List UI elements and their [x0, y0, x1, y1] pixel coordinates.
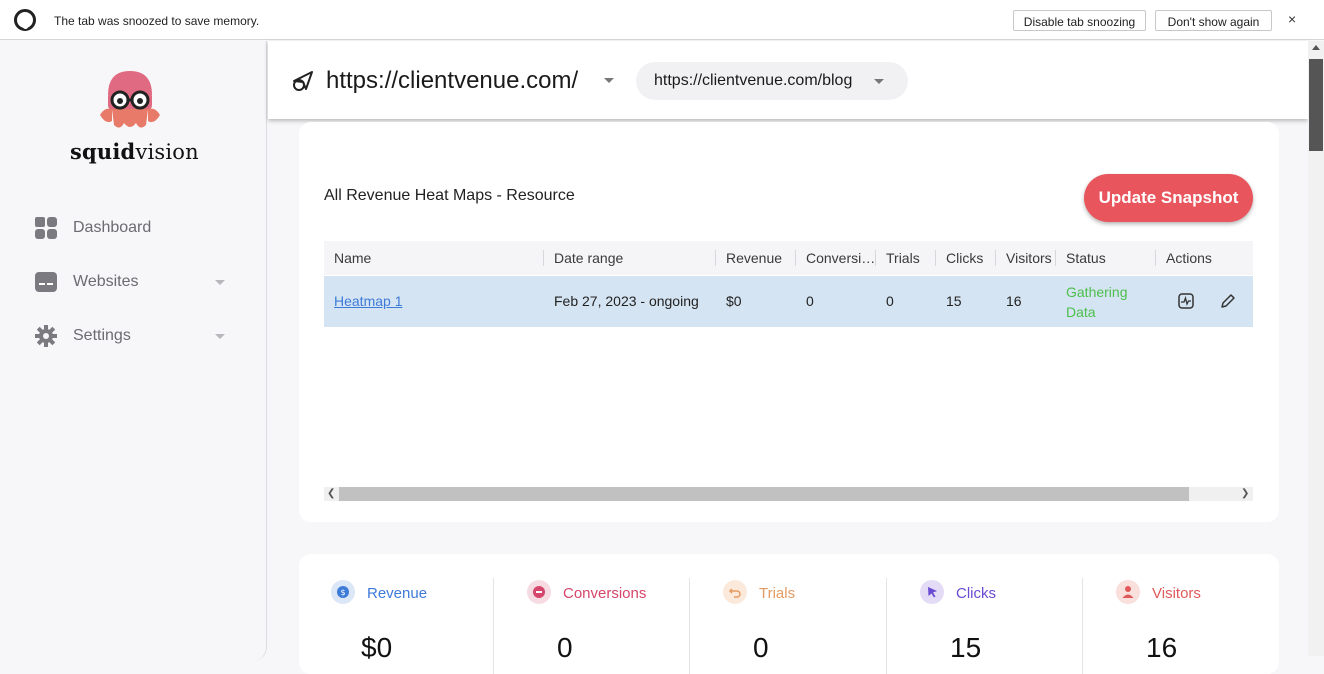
- heatmaps-card: All Revenue Heat Maps - Resource Update …: [299, 122, 1279, 522]
- brand-name: squidvision: [70, 139, 199, 164]
- send-arrow-icon: [293, 71, 313, 91]
- date-range-cell: Feb 27, 2023 - ongoing: [554, 293, 699, 309]
- sidebar-item-label: Dashboard: [73, 219, 152, 236]
- heatmap-name-link[interactable]: Heatmap 1: [334, 293, 402, 309]
- scroll-left-icon[interactable]: ❮: [327, 488, 335, 499]
- stat-clicks: Clicks 15: [888, 554, 1084, 664]
- disable-tab-snoozing-button[interactable]: Disable tab snoozing: [1013, 10, 1146, 31]
- undo-icon: [723, 580, 747, 604]
- scrollbar-thumb[interactable]: [339, 487, 1189, 501]
- update-snapshot-button[interactable]: Update Snapshot: [1084, 174, 1253, 222]
- horizontal-scrollbar[interactable]: ❮ ❯: [324, 487, 1253, 501]
- scroll-up-icon[interactable]: [1312, 45, 1320, 50]
- table-row[interactable]: Heatmap 1 Feb 27, 2023 - ongoing $0 0 0 …: [324, 276, 1253, 327]
- edit-pencil-icon[interactable]: [1219, 292, 1237, 310]
- stats-summary-card: $ Revenue $0 Conversions 0 Trials 0 Clic…: [299, 554, 1279, 674]
- vertical-scrollbar[interactable]: [1308, 41, 1324, 656]
- stat-value: 0: [753, 632, 769, 663]
- stat-value: 15: [950, 632, 982, 663]
- dont-show-again-button[interactable]: Don't show again: [1155, 10, 1272, 31]
- gear-icon: [35, 325, 57, 347]
- page-url-label: https://clientvenue.com/blog: [654, 72, 853, 89]
- stat-conversions: Conversions 0: [495, 554, 691, 664]
- cursor-icon: [920, 580, 944, 604]
- scroll-right-icon[interactable]: ❯: [1241, 488, 1249, 499]
- sidebar-item-label: Settings: [73, 327, 131, 344]
- stat-revenue: $ Revenue $0: [299, 554, 495, 664]
- status-badge: Gathering Data: [1066, 284, 1128, 320]
- sidebar-item-settings[interactable]: Settings: [34, 321, 234, 351]
- clicks-cell: 15: [946, 293, 962, 309]
- column-header-date-range[interactable]: Date range: [554, 250, 623, 266]
- dollar-icon: $: [331, 580, 355, 604]
- sidebar-item-websites[interactable]: Websites: [34, 267, 234, 297]
- stat-visitors: Visitors 16: [1084, 554, 1280, 664]
- revenue-cell: $0: [726, 293, 742, 309]
- opera-logo-icon: [14, 9, 36, 31]
- snooze-message: The tab was snoozed to save memory.: [54, 14, 260, 28]
- close-icon[interactable]: ×: [1288, 11, 1296, 27]
- stat-label: Visitors: [1152, 585, 1201, 602]
- chevron-down-icon: [215, 280, 225, 285]
- stat-label: Trials: [759, 585, 796, 602]
- person-icon: [1116, 580, 1140, 604]
- tab-snooze-bar: The tab was snoozed to save memory. Disa…: [0, 0, 1324, 40]
- grid-icon: [35, 217, 57, 239]
- column-header-clicks[interactable]: Clicks: [946, 250, 983, 266]
- stat-value: $0: [361, 632, 393, 663]
- trials-cell: 0: [886, 293, 894, 309]
- site-selector-bar: https://clientvenue.com/ https://clientv…: [268, 41, 1308, 119]
- chevron-down-icon: [215, 334, 225, 339]
- browser-window-icon: [35, 272, 57, 292]
- stat-value: 0: [557, 632, 573, 663]
- conversions-cell: 0: [806, 293, 814, 309]
- column-header-trials[interactable]: Trials: [886, 250, 920, 266]
- column-header-actions: Actions: [1166, 250, 1212, 266]
- chevron-down-icon: [874, 79, 884, 84]
- visitors-cell: 16: [1006, 293, 1022, 309]
- squid-mascot-logo-icon: [100, 71, 160, 128]
- column-header-visitors[interactable]: Visitors: [1006, 250, 1052, 266]
- column-header-status[interactable]: Status: [1066, 250, 1106, 266]
- column-header-name[interactable]: Name: [334, 250, 371, 266]
- stat-label: Conversions: [563, 585, 647, 602]
- table-header: Name Date range Revenue Conversi… Trials…: [324, 241, 1253, 275]
- stat-trials: Trials 0: [691, 554, 887, 664]
- page-title: All Revenue Heat Maps - Resource: [324, 187, 575, 204]
- column-header-revenue[interactable]: Revenue: [726, 250, 782, 266]
- sidebar: squidvision Dashboard Websites Settings: [0, 41, 267, 661]
- chevron-down-icon[interactable]: [604, 78, 614, 83]
- heatmap-view-icon[interactable]: [1177, 292, 1195, 310]
- sidebar-item-label: Websites: [73, 273, 139, 290]
- minus-circle-icon: [527, 580, 551, 604]
- stat-value: 16: [1146, 632, 1178, 663]
- stat-label: Clicks: [956, 585, 996, 602]
- svg-text:$: $: [340, 588, 345, 597]
- page-url-dropdown[interactable]: https://clientvenue.com/blog: [636, 62, 908, 100]
- column-header-conversions[interactable]: Conversi…: [806, 250, 874, 266]
- sidebar-item-dashboard[interactable]: Dashboard: [34, 213, 234, 243]
- site-url-dropdown[interactable]: https://clientvenue.com/: [326, 67, 578, 95]
- scrollbar-thumb[interactable]: [1309, 59, 1323, 151]
- stat-label: Revenue: [367, 585, 428, 602]
